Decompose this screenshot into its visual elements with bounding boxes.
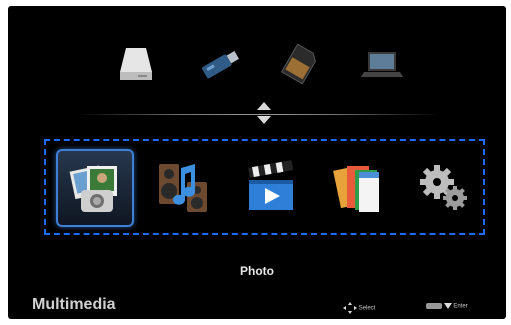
select-hint: Select [343, 302, 375, 314]
page-title: Multimedia [32, 296, 116, 313]
multimedia-screen: Photo Multimedia Select Enter [8, 6, 506, 319]
divider [78, 114, 440, 115]
video-icon [248, 160, 294, 210]
gears-icon [420, 165, 467, 210]
enter-hint: Enter [426, 302, 468, 310]
music-icon [159, 164, 207, 212]
hard-drive-icon[interactable] [112, 42, 160, 86]
music-item[interactable] [146, 149, 224, 227]
down-arrow-icon [443, 303, 452, 309]
usb-drive-icon[interactable] [196, 42, 244, 86]
laptop-icon[interactable] [358, 42, 406, 86]
video-item[interactable] [234, 149, 312, 227]
enter-hint-label: Enter [453, 303, 468, 310]
dpad-icon [343, 302, 357, 314]
office-item[interactable] [320, 149, 398, 227]
office-documents-icon [333, 166, 379, 212]
settings-item[interactable] [406, 149, 484, 227]
up-down-arrows-icon[interactable] [255, 101, 273, 125]
sd-card-icon[interactable] [276, 42, 324, 86]
enter-key-icon [426, 303, 442, 309]
select-hint-label: Select [358, 305, 376, 312]
photo-icon [69, 165, 117, 212]
media-carousel [44, 139, 485, 235]
selected-item-label: Photo [240, 264, 274, 278]
photo-item[interactable] [56, 149, 134, 227]
